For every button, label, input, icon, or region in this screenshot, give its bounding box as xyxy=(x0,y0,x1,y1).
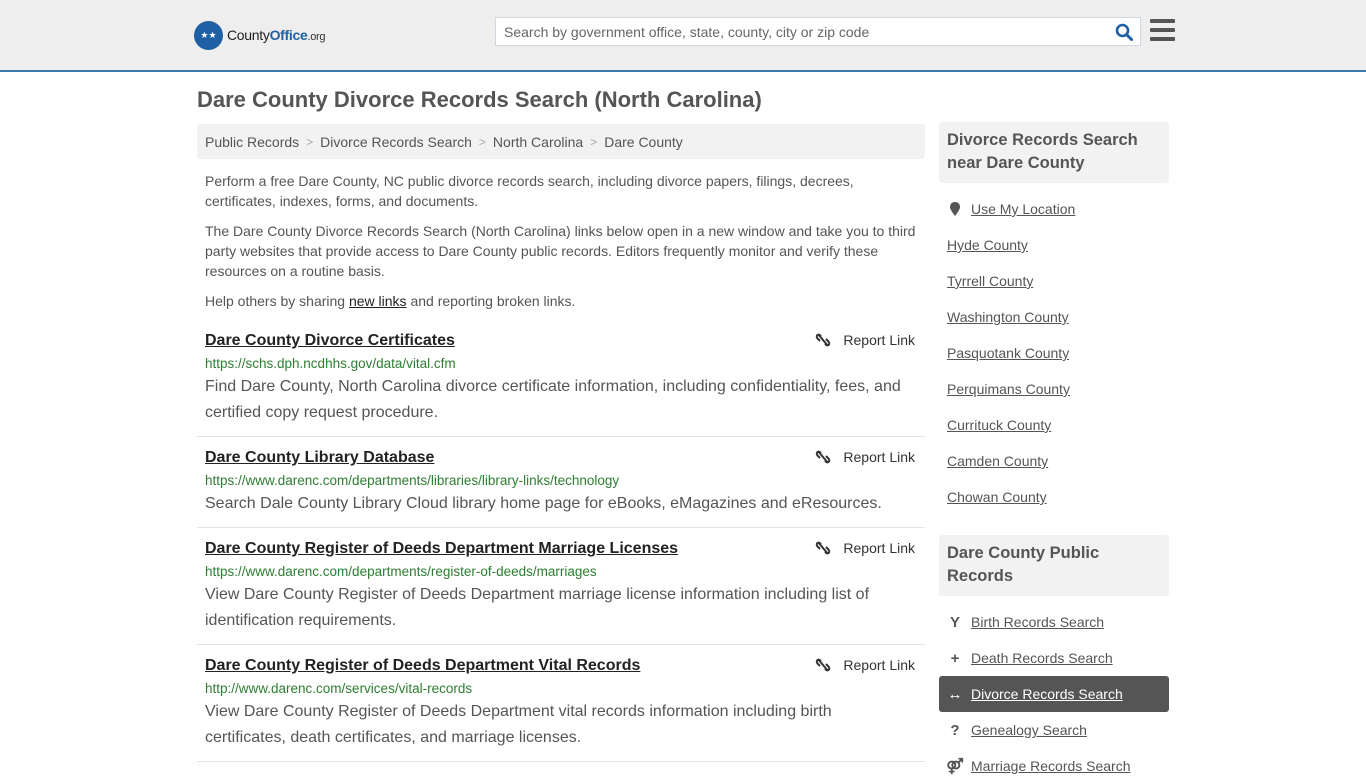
result-description: View Dare County Register of Deeds Depar… xyxy=(205,586,870,629)
public-records-heading: Dare County Public Records xyxy=(939,535,1169,596)
nearby-county-item: Currituck County xyxy=(939,407,1169,443)
broken-link-icon xyxy=(816,333,831,347)
nearby-county-link[interactable]: Washington County xyxy=(947,309,1069,325)
report-link-label: Report Link xyxy=(843,540,915,556)
nearby-heading: Divorce Records Search near Dare County xyxy=(939,122,1169,183)
result-url: https://www.darenc.com/departments/libra… xyxy=(205,473,620,488)
nearby-list: Use My Location Hyde County Tyrrell Coun… xyxy=(939,183,1169,515)
public-records-list: Y Birth Records Search + Death Records S… xyxy=(939,596,1169,784)
child-icon: Y xyxy=(949,613,960,631)
logo-office: Office xyxy=(269,27,308,43)
result-item: Dare County Register of Deeds Department… xyxy=(197,528,925,645)
broken-link-icon xyxy=(816,658,831,672)
logo-text: CountyOffice.org xyxy=(227,27,326,43)
nearby-county-item: Pasquotank County xyxy=(939,335,1169,371)
sidebar-link[interactable]: Death Records Search xyxy=(971,650,1113,666)
map-marker-icon xyxy=(947,202,963,216)
broken-link-icon xyxy=(816,450,831,464)
report-link-button[interactable]: Report Link xyxy=(815,540,915,556)
use-my-location-item: Use My Location xyxy=(939,191,1169,227)
sidebar-item-divorce-records[interactable]: ↔ Divorce Records Search xyxy=(939,676,1169,712)
nearby-county-link[interactable]: Currituck County xyxy=(947,417,1051,433)
result-title-link[interactable]: Dare County Register of Deeds Department… xyxy=(205,539,678,559)
broken-link-icon xyxy=(816,541,831,555)
logo-suffix: .org xyxy=(307,31,326,43)
result-title-link[interactable]: Dare County Divorce Certificates xyxy=(205,331,455,351)
search-button[interactable] xyxy=(1108,18,1140,45)
new-links-link[interactable]: new links xyxy=(349,293,407,309)
sidebar-item-birth-records[interactable]: Y Birth Records Search xyxy=(939,604,1169,640)
result-description: View Dare County Register of Deeds Depar… xyxy=(205,703,832,746)
result-item: Dare County Library Database Report Link… xyxy=(197,437,925,528)
nearby-county-item: Chowan County xyxy=(939,479,1169,515)
result-item: Dare County Divorce Certificates Report … xyxy=(197,327,925,437)
breadcrumb-divorce-records-search[interactable]: Divorce Records Search xyxy=(320,134,472,150)
result-title-link[interactable]: Dare County Library Database xyxy=(205,448,434,468)
breadcrumb-separator: > xyxy=(590,134,598,149)
intro-text-after: and reporting broken links. xyxy=(406,293,576,309)
nearby-county-link[interactable]: Camden County xyxy=(947,453,1048,469)
arrows-horizontal-icon: ↔ xyxy=(947,685,963,703)
report-link-label: Report Link xyxy=(843,657,915,673)
sidebar-link[interactable]: Divorce Records Search xyxy=(971,686,1123,702)
nearby-county-item: Camden County xyxy=(939,443,1169,479)
search-bar xyxy=(495,17,1141,46)
intro-paragraph-3: Help others by sharing new links and rep… xyxy=(205,291,925,311)
intro-text: Perform a free Dare County, NC public di… xyxy=(205,171,925,321)
nearby-county-link[interactable]: Pasquotank County xyxy=(947,345,1069,361)
intro-paragraph-1: Perform a free Dare County, NC public di… xyxy=(205,173,854,209)
eagle-logo-icon: ★★ xyxy=(194,20,223,50)
page-title: Dare County Divorce Records Search (Nort… xyxy=(197,87,762,112)
search-icon xyxy=(1115,23,1133,41)
sidebar-item-death-records[interactable]: + Death Records Search xyxy=(939,640,1169,676)
results-list: Dare County Divorce Certificates Report … xyxy=(197,327,925,762)
use-my-location-link[interactable]: Use My Location xyxy=(971,201,1075,217)
nearby-county-link[interactable]: Tyrrell County xyxy=(947,273,1033,289)
report-link-button[interactable]: Report Link xyxy=(815,449,915,465)
breadcrumb-separator: > xyxy=(306,134,314,149)
sidebar: Divorce Records Search near Dare County … xyxy=(939,122,1169,784)
nearby-county-item: Perquimans County xyxy=(939,371,1169,407)
result-url: https://schs.dph.ncdhhs.gov/data/vital.c… xyxy=(205,356,456,371)
report-link-button[interactable]: Report Link xyxy=(815,332,915,348)
result-item: Dare County Register of Deeds Department… xyxy=(197,645,925,762)
venus-mars-icon: ⚤ xyxy=(946,758,964,775)
breadcrumb-north-carolina[interactable]: North Carolina xyxy=(493,134,583,150)
breadcrumb-public-records[interactable]: Public Records xyxy=(205,134,299,150)
logo-prefix: County xyxy=(227,27,270,43)
nearby-county-item: Tyrrell County xyxy=(939,263,1169,299)
sidebar-link[interactable]: Genealogy Search xyxy=(971,722,1087,738)
sidebar-item-genealogy[interactable]: ? Genealogy Search xyxy=(939,712,1169,748)
nearby-county-link[interactable]: Chowan County xyxy=(947,489,1047,505)
nearby-county-link[interactable]: Hyde County xyxy=(947,237,1028,253)
breadcrumb-dare-county[interactable]: Dare County xyxy=(604,134,683,150)
result-description: Find Dare County, North Carolina divorce… xyxy=(205,378,901,421)
result-description: Search Dale County Library Cloud library… xyxy=(205,495,882,512)
sidebar-link[interactable]: Marriage Records Search xyxy=(971,758,1131,774)
sidebar-link[interactable]: Birth Records Search xyxy=(971,614,1104,630)
result-url: http://www.darenc.com/services/vital-rec… xyxy=(205,681,473,696)
hamburger-menu-icon[interactable] xyxy=(1150,19,1175,41)
intro-text-before: Help others by sharing xyxy=(205,293,349,309)
intro-paragraph-2: The Dare County Divorce Records Search (… xyxy=(205,223,916,279)
question-icon: ? xyxy=(950,721,960,739)
breadcrumb-separator: > xyxy=(478,134,486,149)
result-url: https://www.darenc.com/departments/regis… xyxy=(205,564,597,579)
report-link-label: Report Link xyxy=(843,332,915,348)
nearby-county-item: Hyde County xyxy=(939,227,1169,263)
result-title-link[interactable]: Dare County Register of Deeds Department… xyxy=(205,656,640,676)
report-link-label: Report Link xyxy=(843,449,915,465)
search-input[interactable] xyxy=(496,18,1108,45)
site-logo[interactable]: ★★ CountyOffice.org xyxy=(194,20,326,50)
report-link-button[interactable]: Report Link xyxy=(815,657,915,673)
sidebar-item-marriage-records[interactable]: ⚤ Marriage Records Search xyxy=(939,748,1169,784)
site-header: ★★ CountyOffice.org xyxy=(0,0,1366,72)
breadcrumb: Public Records > Divorce Records Search … xyxy=(197,124,925,159)
nearby-county-item: Washington County xyxy=(939,299,1169,335)
plus-icon: + xyxy=(950,649,960,667)
nearby-county-link[interactable]: Perquimans County xyxy=(947,381,1070,397)
